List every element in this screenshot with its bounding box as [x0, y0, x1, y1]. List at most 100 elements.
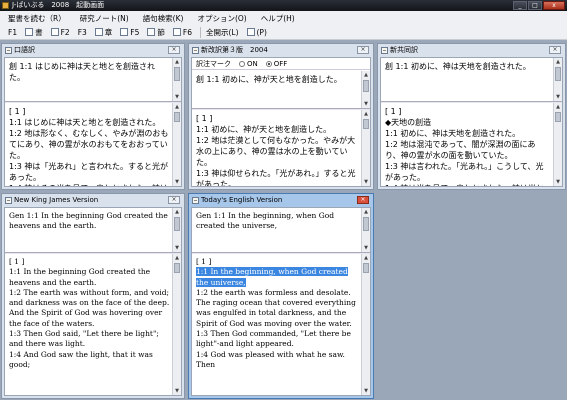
menu-options[interactable]: オプション(O) — [197, 13, 246, 24]
scrollbar[interactable]: ▲ ▼ — [553, 103, 562, 186]
maximize-button[interactable]: □ — [528, 1, 542, 10]
pane-close-button[interactable]: × — [168, 196, 180, 204]
scrollbar[interactable]: ▲ ▼ — [172, 254, 181, 395]
scroll-thumb[interactable] — [174, 263, 180, 273]
chapter-number: [ 1 ] — [196, 257, 212, 266]
pane-close-button[interactable]: × — [168, 46, 180, 54]
scroll-thumb[interactable] — [363, 217, 369, 231]
f6-button[interactable]: F6 — [172, 28, 192, 37]
pane-title: Today's English Version — [201, 196, 283, 204]
print-button[interactable]: (P) — [246, 28, 267, 37]
scrollbar[interactable]: ▲ ▼ — [361, 110, 370, 186]
document-icon — [192, 46, 199, 54]
radio-on[interactable] — [239, 60, 245, 67]
scrollbar[interactable]: ▲ ▼ — [361, 208, 370, 252]
scroll-down-icon[interactable]: ▼ — [554, 93, 562, 101]
scroll-down-icon[interactable]: ▼ — [362, 387, 370, 395]
scroll-down-icon[interactable]: ▼ — [362, 178, 370, 186]
chapter-text: [ 1 ] 1:1 はじめに神は天と地とを創造された。 1:2 地は形なく、むなしく… — [5, 103, 181, 186]
verse-text: 1:1 初めに、神は天地を創造された。 1:2 地は混沌であって、闇が深淵の面に… — [385, 129, 544, 186]
pane-close-button[interactable]: × — [549, 46, 561, 54]
scroll-thumb[interactable] — [174, 67, 180, 81]
chapter-text: [ 1 ] 1:1 初めに、神が天と地を創造した。 1:2 地は茫漠として何もなか… — [192, 110, 370, 186]
scroll-thumb[interactable] — [174, 112, 180, 122]
menu-read-bible[interactable]: 聖書を読む（R） — [8, 13, 66, 24]
scroll-up-icon[interactable]: ▲ — [173, 208, 181, 216]
scroll-down-icon[interactable]: ▼ — [362, 100, 370, 108]
reference-verse: 創 1:1 初めに、神が天と地を創造した。 — [196, 75, 342, 84]
f3-key[interactable]: F3 — [78, 28, 87, 37]
pane-tev[interactable]: Today's English Version × Gen 1:1 In the… — [188, 193, 374, 399]
scrollbar[interactable]: ▲ ▼ — [361, 254, 370, 395]
scroll-up-icon[interactable]: ▲ — [173, 254, 181, 262]
scroll-thumb[interactable] — [174, 217, 180, 231]
open-all-button[interactable]: 全開示(L) — [206, 27, 239, 38]
pane-content: 創 1:1 はじめに神は天と地とを創造された。 ▲ ▼ [ 1 ] 1:1 はじめに… — [4, 57, 182, 187]
scroll-thumb[interactable] — [363, 119, 369, 129]
scroll-thumb[interactable] — [555, 112, 561, 122]
scroll-up-icon[interactable]: ▲ — [173, 103, 181, 111]
f1-key[interactable]: F1 — [8, 28, 17, 37]
radio-off[interactable] — [265, 60, 272, 67]
scroll-down-icon[interactable]: ▼ — [173, 93, 181, 101]
scroll-down-icon[interactable]: ▼ — [362, 244, 370, 252]
workspace-background — [377, 193, 566, 399]
chapter-number: [ 1 ] — [196, 114, 213, 123]
toolbar: F1 書 F2 F3 章 F5 節 F6 全開示(L) (P) — [0, 25, 567, 40]
chapter-number: [ 1 ] — [385, 107, 402, 116]
chapter-button[interactable]: 章 — [94, 27, 112, 38]
scroll-down-icon[interactable]: ▼ — [554, 178, 562, 186]
menu-help[interactable]: ヘルプ(H) — [261, 13, 295, 24]
prev-chapter-icon — [120, 28, 129, 36]
document-icon — [5, 196, 12, 204]
print-icon — [246, 28, 255, 36]
pane-content: 訳注マーク ON OFF 創 1:1 初めに、神が天と地を創造した。 ▲ ▼ [ … — [191, 57, 371, 187]
scroll-up-icon[interactable]: ▲ — [173, 58, 181, 66]
scroll-thumb[interactable] — [555, 67, 561, 81]
pane-kougo[interactable]: 口語訳 × 創 1:1 はじめに神は天と地とを創造された。 ▲ ▼ [ 1 ] 1:… — [1, 43, 185, 190]
scroll-up-icon[interactable]: ▲ — [362, 208, 370, 216]
scroll-up-icon[interactable]: ▲ — [554, 103, 562, 111]
pane-close-button[interactable]: × — [357, 196, 369, 204]
app-icon — [2, 2, 9, 9]
chapter-number: [ 1 ] — [9, 257, 25, 266]
pane-header: 新改訳第３版 2004 × — [189, 44, 373, 56]
annotation-mark-label: 訳注マーク — [196, 59, 231, 68]
prev-verse-icon — [172, 28, 181, 36]
pane-content: Gen 1:1 In the beginning, when God creat… — [191, 207, 371, 396]
minimize-button[interactable]: _ — [513, 1, 527, 10]
verse-button[interactable]: 節 — [147, 27, 165, 38]
scrollbar[interactable]: ▲ ▼ — [172, 208, 181, 252]
pane-content: Gen 1:1 In the beginning God created the… — [4, 207, 182, 396]
scroll-up-icon[interactable]: ▲ — [554, 58, 562, 66]
close-button[interactable]: x — [543, 1, 565, 10]
scroll-thumb[interactable] — [363, 80, 369, 92]
window-titlebar: J-ばいぶる 2008 起動画面 _ □ x — [0, 0, 567, 11]
scroll-up-icon[interactable]: ▲ — [362, 254, 370, 262]
scroll-down-icon[interactable]: ▼ — [173, 387, 181, 395]
radio-off-label: OFF — [273, 59, 288, 68]
scroll-up-icon[interactable]: ▲ — [362, 110, 370, 118]
scroll-thumb[interactable] — [363, 263, 369, 273]
scroll-down-icon[interactable]: ▼ — [173, 178, 181, 186]
pane-shinkaiyaku[interactable]: 新改訳第３版 2004 × 訳注マーク ON OFF 創 1:1 初めに、神が天… — [188, 43, 374, 190]
selected-verse[interactable]: 1:1 In the beginning, when God created t… — [196, 267, 348, 287]
scrollbar[interactable]: ▲ ▼ — [361, 71, 370, 108]
menu-word-search[interactable]: 語句検索(K) — [143, 13, 184, 24]
scrollbar[interactable]: ▲ ▼ — [553, 58, 562, 101]
scrollbar[interactable]: ▲ ▼ — [172, 103, 181, 186]
pane-content: 創 1:1 初めに、神は天地を創造された。 ▲ ▼ [ 1 ] ◆天地の創造 1:1 … — [380, 57, 563, 187]
radio-on-label: ON — [247, 59, 258, 68]
scrollbar[interactable]: ▲ ▼ — [172, 58, 181, 101]
scroll-up-icon[interactable]: ▲ — [362, 71, 370, 79]
menu-research-notes[interactable]: 研究ノート(N) — [80, 13, 129, 24]
pane-close-button[interactable]: × — [357, 46, 369, 54]
f5-button[interactable]: F5 — [120, 28, 139, 37]
pane-shinkyodo[interactable]: 新共同訳 × 創 1:1 初めに、神は天地を創造された。 ▲ ▼ [ 1 ] ◆天地… — [377, 43, 566, 190]
annotation-mark-toggle: 訳注マーク ON OFF — [192, 58, 370, 70]
pane-header: 新共同訳 × — [378, 44, 565, 56]
book-button[interactable]: 書 — [25, 27, 43, 38]
scroll-down-icon[interactable]: ▼ — [173, 244, 181, 252]
f2-button[interactable]: F2 — [50, 28, 70, 37]
pane-nkjv[interactable]: New King James Version × Gen 1:1 In the … — [1, 193, 185, 399]
